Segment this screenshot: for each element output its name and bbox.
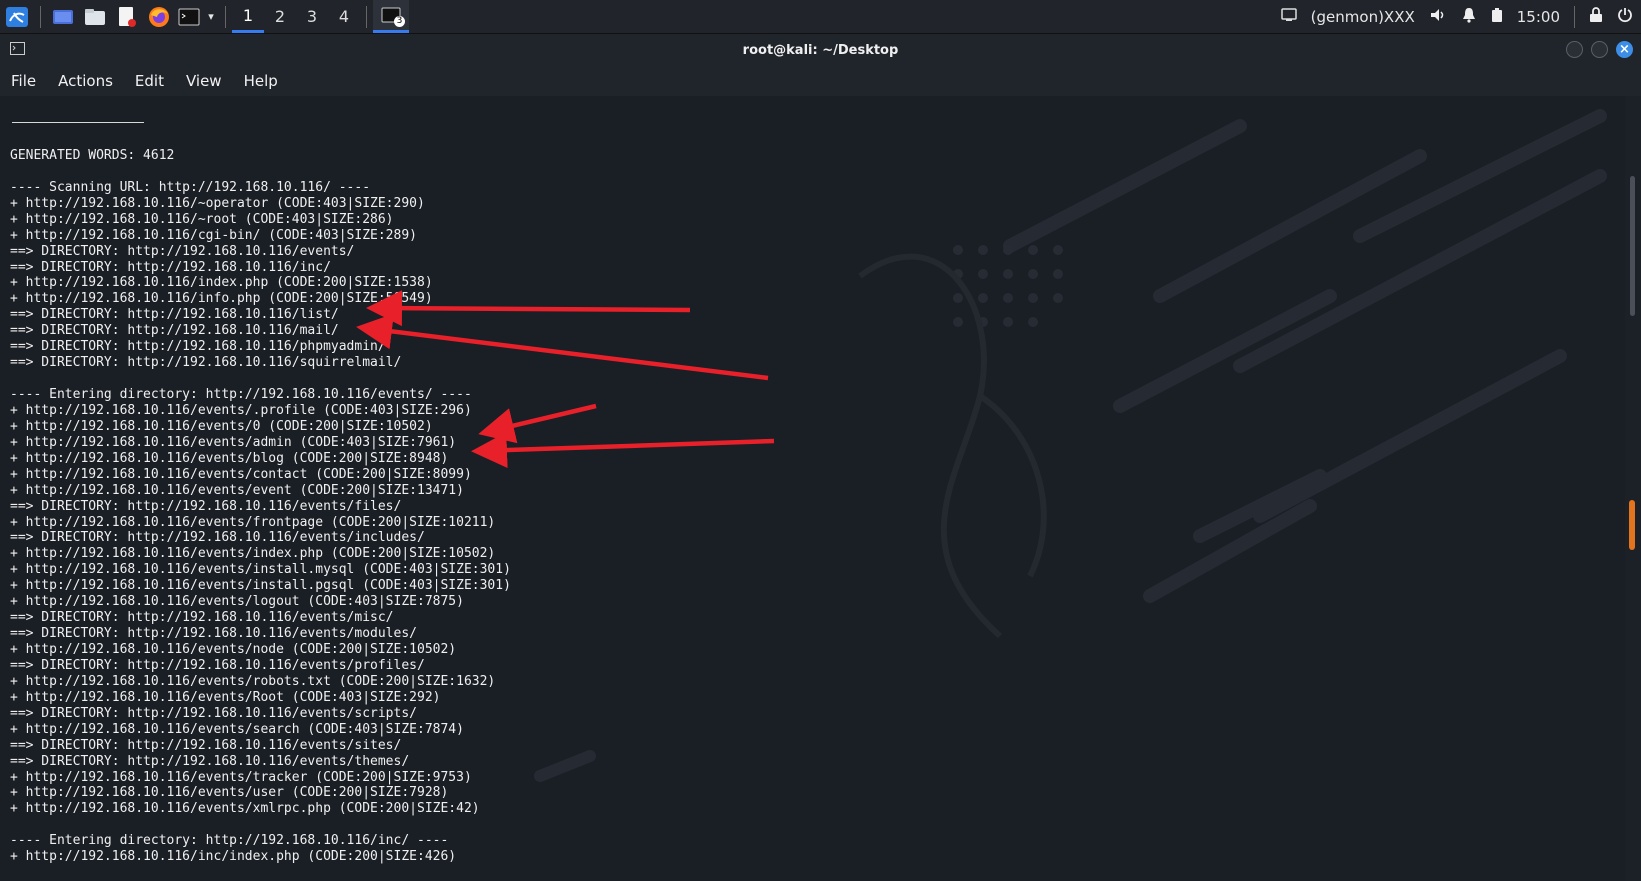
terminal-line: ==> DIRECTORY: http://192.168.10.116/squ…	[10, 355, 402, 371]
chevron-down-icon[interactable]: ▾	[203, 0, 219, 33]
menu-actions[interactable]: Actions	[55, 70, 116, 92]
terminal-line: + http://192.168.10.116/events/user (COD…	[10, 785, 449, 801]
panel-separator	[1574, 5, 1575, 28]
workspace-4[interactable]: 4	[328, 0, 360, 33]
terminal-line: ==> DIRECTORY: http://192.168.10.116/eve…	[10, 705, 417, 721]
terminal-line: ==> DIRECTORY: http://192.168.10.116/eve…	[10, 530, 425, 546]
window-titlebar[interactable]: root@kali: ~/Desktop ×	[0, 34, 1641, 66]
window-title: root@kali: ~/Desktop	[742, 42, 899, 58]
kali-menu-icon[interactable]	[0, 0, 34, 33]
terminal-line: + http://192.168.10.116/events/robots.tx…	[10, 673, 496, 689]
terminal-line: + http://192.168.10.116/cgi-bin/ (CODE:4…	[10, 227, 417, 243]
terminal-line: + http://192.168.10.116/events/contact (…	[10, 466, 472, 482]
scrollbar-thumb[interactable]	[1630, 176, 1635, 316]
terminal-line: + http://192.168.10.116/events/blog (COD…	[10, 450, 449, 466]
terminal-icon[interactable]	[175, 0, 203, 33]
terminal-line: + http://192.168.10.116/events/install.m…	[10, 562, 511, 578]
firefox-icon[interactable]	[143, 0, 175, 33]
terminal-line: ==> DIRECTORY: http://192.168.10.116/mai…	[10, 323, 339, 339]
desktop-icon[interactable]	[47, 0, 79, 33]
power-icon[interactable]	[1617, 7, 1633, 27]
panel-separator	[366, 5, 367, 28]
terminal-line: ---- Entering directory: http://192.168.…	[10, 833, 449, 849]
terminal-line: + http://192.168.10.116/index.php (CODE:…	[10, 275, 433, 291]
terminal-line: ==> DIRECTORY: http://192.168.10.116/eve…	[10, 243, 355, 259]
terminal-line: ==> DIRECTORY: http://192.168.10.116/eve…	[10, 657, 425, 673]
menu-help[interactable]: Help	[241, 70, 281, 92]
terminal-line: + http://192.168.10.116/~operator (CODE:…	[10, 195, 425, 211]
menu-bar: File Actions Edit View Help	[0, 66, 1641, 96]
file-manager-icon[interactable]	[79, 0, 111, 33]
terminal-line: + http://192.168.10.116/~root (CODE:403|…	[10, 211, 394, 227]
terminal-line: + http://192.168.10.116/events/index.php…	[10, 546, 496, 562]
terminal-line: ==> DIRECTORY: http://192.168.10.116/lis…	[10, 307, 339, 323]
terminal-line: + http://192.168.10.116/info.php (CODE:2…	[10, 291, 433, 307]
menu-edit[interactable]: Edit	[132, 70, 167, 92]
terminal-icon	[10, 42, 25, 59]
terminal-line: ---- Entering directory: http://192.168.…	[10, 387, 472, 402]
workspace-2[interactable]: 2	[264, 0, 296, 33]
workspace-1[interactable]: 1	[232, 0, 264, 33]
minimize-button[interactable]	[1566, 41, 1583, 58]
terminal-line: + http://192.168.10.116/events/tracker (…	[10, 769, 472, 785]
scroll-position-marker	[1629, 500, 1635, 550]
display-icon[interactable]	[1280, 7, 1297, 26]
terminal-line: + http://192.168.10.116/events/search (C…	[10, 721, 464, 737]
terminal-line: + http://192.168.10.116/events/Root (COD…	[10, 689, 441, 705]
terminal-line: ==> DIRECTORY: http://192.168.10.116/eve…	[10, 753, 410, 769]
battery-icon	[1491, 7, 1503, 27]
top-panel: ▾ 1 2 3 4 3 (genmon)XXX 15:00	[0, 0, 1641, 34]
genmon-label: (genmon)XXX	[1310, 7, 1415, 26]
output-divider	[12, 122, 144, 123]
terminal-line: + http://192.168.10.116/inc/index.php (C…	[10, 849, 457, 865]
volume-icon[interactable]	[1429, 7, 1447, 27]
terminal-line: + http://192.168.10.116/events/.profile …	[10, 402, 472, 418]
terminal-lines: GENERATED WORDS: 4612 ---- Scanning URL: …	[10, 132, 511, 865]
terminal-line: ==> DIRECTORY: http://192.168.10.116/eve…	[10, 737, 402, 753]
panel-separator	[40, 5, 41, 28]
terminal-line: ==> DIRECTORY: http://192.168.10.116/eve…	[10, 610, 394, 626]
bell-icon[interactable]	[1461, 7, 1477, 27]
terminal-line: ==> DIRECTORY: http://192.168.10.116/php…	[10, 339, 386, 355]
terminal-line: ---- Scanning URL: http://192.168.10.116…	[10, 179, 371, 195]
terminal-line: ==> DIRECTORY: http://192.168.10.116/eve…	[10, 498, 402, 514]
terminal-line: + http://192.168.10.116/events/install.p…	[10, 578, 511, 594]
task-count-badge: 3	[394, 16, 405, 27]
terminal-line: + http://192.168.10.116/events/logout (C…	[10, 594, 464, 610]
taskbar-terminal-button[interactable]: 3	[373, 0, 409, 33]
terminal-line: + http://192.168.10.116/events/0 (CODE:2…	[10, 418, 433, 434]
close-button[interactable]: ×	[1616, 41, 1633, 58]
terminal-line: + http://192.168.10.116/events/xmlrpc.ph…	[10, 801, 480, 817]
text-editor-icon[interactable]	[111, 0, 143, 33]
terminal-line: GENERATED WORDS: 4612	[10, 147, 175, 163]
clock[interactable]: 15:00	[1517, 8, 1560, 26]
terminal-line: + http://192.168.10.116/events/event (CO…	[10, 482, 464, 498]
close-icon: ×	[1619, 42, 1630, 57]
maximize-button[interactable]	[1591, 41, 1608, 58]
terminal-window: root@kali: ~/Desktop × File Actions Edit…	[0, 34, 1641, 881]
panel-separator	[225, 5, 226, 28]
workspace-3[interactable]: 3	[296, 0, 328, 33]
terminal-line: + http://192.168.10.116/events/admin (CO…	[10, 434, 457, 450]
terminal-output[interactable]: GENERATED WORDS: 4612 ---- Scanning URL: …	[0, 96, 1625, 881]
terminal-line: ==> DIRECTORY: http://192.168.10.116/inc…	[10, 259, 331, 275]
menu-view[interactable]: View	[183, 70, 225, 92]
terminal-line: + http://192.168.10.116/events/frontpage…	[10, 514, 496, 530]
scrollbar[interactable]	[1625, 96, 1641, 881]
terminal-line: ==> DIRECTORY: http://192.168.10.116/eve…	[10, 626, 417, 642]
menu-file[interactable]: File	[8, 70, 39, 92]
lock-icon[interactable]	[1589, 6, 1603, 27]
terminal-line: + http://192.168.10.116/events/node (COD…	[10, 642, 457, 657]
